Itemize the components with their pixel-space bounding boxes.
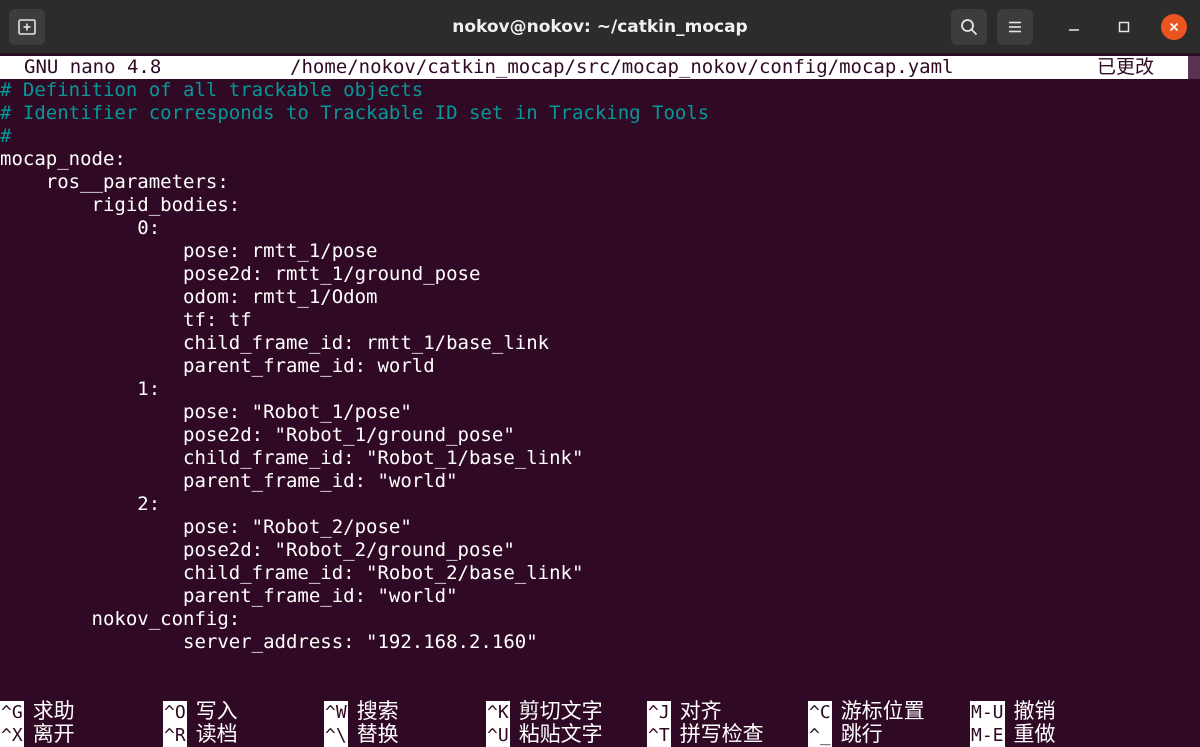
shortcut-label: 跳行 <box>840 722 883 746</box>
shortcut-item[interactable]: ^_ 跳行 <box>808 722 883 747</box>
shortcut-label: 读档 <box>195 722 238 746</box>
shortcut-key: ^\ <box>324 724 348 747</box>
code-line: pose: rmtt_1/pose <box>0 240 378 262</box>
comment-line: # <box>0 125 12 147</box>
shortcut-item[interactable]: ^W 搜索 <box>324 699 399 724</box>
menu-button[interactable] <box>997 9 1033 45</box>
new-tab-button[interactable] <box>9 9 45 45</box>
close-icon <box>1169 22 1179 32</box>
shortcut-label: 对齐 <box>679 699 722 723</box>
shortcut-label: 替换 <box>356 722 399 746</box>
title-bar: nokov@nokov: ~/catkin_mocap <box>0 0 1200 54</box>
code-line: server_address: "192.168.2.160" <box>0 631 538 653</box>
code-line: pose2d: rmtt_1/ground_pose <box>0 263 481 285</box>
code-line: tf: tf <box>0 309 252 331</box>
code-line: mocap_node: <box>0 148 126 170</box>
search-icon <box>961 19 977 35</box>
code-line: child_frame_id: "Robot_1/base_link" <box>0 447 584 469</box>
shortcut-item[interactable]: ^T 拼写检查 <box>647 722 764 747</box>
file-path: /home/nokov/catkin_mocap/src/mocap_nokov… <box>290 56 954 78</box>
modified-status: 已更改 <box>1097 56 1155 78</box>
shortcut-key: M-U <box>970 701 1005 724</box>
code-line: 2: <box>0 493 161 515</box>
shortcut-item[interactable]: ^G 求助 <box>0 699 75 724</box>
shortcut-key: ^U <box>486 724 510 747</box>
minimize-button[interactable] <box>1061 14 1087 40</box>
shortcut-item[interactable]: ^U 粘贴文字 <box>486 722 603 747</box>
terminal-area[interactable]: GNU nano 4.8 /home/nokov/catkin_mocap/sr… <box>0 54 1200 747</box>
shortcut-label: 拼写检查 <box>679 722 764 746</box>
code-line: nokov_config: <box>0 608 241 630</box>
maximize-icon <box>1118 21 1130 33</box>
code-line: pose2d: "Robot_2/ground_pose" <box>0 539 515 561</box>
shortcut-key: ^C <box>808 701 832 724</box>
shortcut-key: ^O <box>163 701 187 724</box>
hamburger-menu-icon <box>1009 21 1021 33</box>
new-tab-icon <box>18 19 36 35</box>
shortcut-label: 重做 <box>1013 722 1056 746</box>
shortcut-key: ^G <box>0 701 24 724</box>
comment-line: # Identifier corresponds to Trackable ID… <box>0 102 710 124</box>
minimize-icon <box>1069 29 1079 31</box>
shortcut-label: 写入 <box>195 699 238 723</box>
shortcut-key: ^W <box>324 701 348 724</box>
shortcut-label: 粘贴文字 <box>518 722 603 746</box>
nano-version: GNU nano 4.8 <box>24 56 162 78</box>
shortcut-item[interactable]: ^O 写入 <box>163 699 238 724</box>
code-line: child_frame_id: rmtt_1/base_link <box>0 332 550 354</box>
code-line: rigid_bodies: <box>0 194 241 216</box>
code-line: ros__parameters: <box>0 171 229 193</box>
shortcut-item[interactable]: M-E 重做 <box>970 722 1056 747</box>
code-line: 0: <box>0 217 161 239</box>
shortcut-item[interactable]: M-U 撤销 <box>970 699 1056 724</box>
shortcut-bar: ^G 求助 ^O 写入 ^W 搜索 ^K 剪切文字 ^J 对齐 ^C 游标位置 M-U 撤销 ^X 离开 ^R 读… <box>0 700 1200 747</box>
scrollbar[interactable] <box>1188 56 1200 79</box>
shortcut-item[interactable]: ^R 读档 <box>163 722 238 747</box>
shortcut-key: ^J <box>647 701 671 724</box>
shortcut-key: ^_ <box>808 724 832 747</box>
shortcut-label: 离开 <box>32 722 75 746</box>
maximize-button[interactable] <box>1111 14 1137 40</box>
shortcut-label: 撤销 <box>1013 699 1056 723</box>
shortcut-item[interactable]: ^C 游标位置 <box>808 699 925 724</box>
code-line: pose: "Robot_2/pose" <box>0 516 412 538</box>
code-line: pose2d: "Robot_1/ground_pose" <box>0 424 515 446</box>
shortcut-item[interactable]: ^\ 替换 <box>324 722 399 747</box>
shortcut-label: 游标位置 <box>840 699 925 723</box>
shortcut-label: 搜索 <box>356 699 399 723</box>
editor-text-area[interactable]: # Definition of all trackable objects # I… <box>0 79 1188 654</box>
code-line: parent_frame_id: "world" <box>0 585 458 607</box>
code-line: 1: <box>0 378 161 400</box>
shortcut-label: 剪切文字 <box>518 699 603 723</box>
code-line: parent_frame_id: "world" <box>0 470 458 492</box>
shortcut-key: ^R <box>163 724 187 747</box>
code-line: parent_frame_id: world <box>0 355 435 377</box>
close-button[interactable] <box>1161 14 1187 40</box>
shortcut-key: ^X <box>0 724 24 747</box>
nano-header-bar: GNU nano 4.8 /home/nokov/catkin_mocap/sr… <box>0 56 1188 79</box>
comment-line: # Definition of all trackable objects <box>0 79 424 101</box>
shortcut-item[interactable]: ^X 离开 <box>0 722 75 747</box>
code-line: child_frame_id: "Robot_2/base_link" <box>0 562 584 584</box>
code-line: pose: "Robot_1/pose" <box>0 401 412 423</box>
shortcut-key: M-E <box>970 724 1005 747</box>
shortcut-key: ^T <box>647 724 671 747</box>
shortcut-item[interactable]: ^K 剪切文字 <box>486 699 603 724</box>
shortcut-item[interactable]: ^J 对齐 <box>647 699 722 724</box>
shortcut-label: 求助 <box>32 699 75 723</box>
code-line: odom: rmtt_1/Odom <box>0 286 378 308</box>
search-button[interactable] <box>951 9 987 45</box>
shortcut-key: ^K <box>486 701 510 724</box>
